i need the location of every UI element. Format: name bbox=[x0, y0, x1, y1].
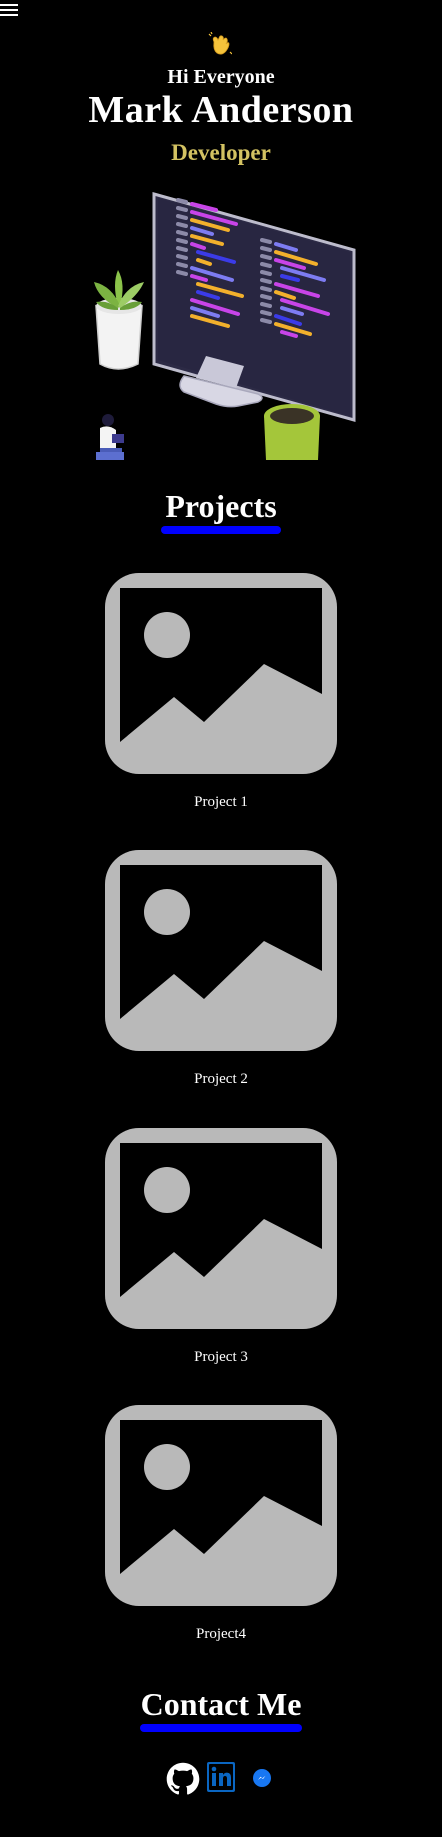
project-card-3[interactable]: Project 3 bbox=[98, 1121, 344, 1365]
project-label: Project 2 bbox=[194, 1071, 248, 1087]
projects-title-underline bbox=[161, 526, 281, 534]
project-card-2[interactable]: Project 2 bbox=[98, 843, 344, 1087]
image-placeholder-icon bbox=[105, 850, 337, 1051]
hamburger-menu-icon bbox=[0, 4, 18, 16]
linkedin-link[interactable] bbox=[207, 1762, 235, 1796]
github-link[interactable] bbox=[166, 1762, 200, 1796]
github-icon bbox=[166, 1762, 200, 1795]
menu-button[interactable] bbox=[0, 2, 20, 18]
project-card-4[interactable]: Project4 bbox=[98, 1398, 344, 1642]
messenger-link[interactable] bbox=[252, 1762, 272, 1796]
project-card-1[interactable]: Project 1 bbox=[98, 566, 344, 810]
project-label: Project 3 bbox=[194, 1349, 248, 1365]
greeting-text: Hi Everyone bbox=[167, 66, 275, 88]
linkedin-icon bbox=[207, 1762, 235, 1792]
projects-title: Projects bbox=[165, 488, 277, 524]
project-label: Project 1 bbox=[194, 794, 248, 810]
contact-title: Contact Me bbox=[140, 1686, 302, 1722]
contact-title-underline bbox=[140, 1724, 302, 1732]
profile-role: Developer bbox=[171, 140, 271, 165]
developer-workstation-illustration bbox=[94, 192, 356, 460]
waving-hand-icon bbox=[208, 32, 232, 55]
profile-name: Mark Anderson bbox=[88, 89, 354, 131]
image-placeholder-icon bbox=[105, 573, 337, 774]
chat-bubble-icon bbox=[253, 1769, 271, 1787]
project-label: Project4 bbox=[196, 1626, 246, 1642]
image-placeholder-icon bbox=[105, 1128, 337, 1329]
image-placeholder-icon bbox=[105, 1405, 337, 1606]
